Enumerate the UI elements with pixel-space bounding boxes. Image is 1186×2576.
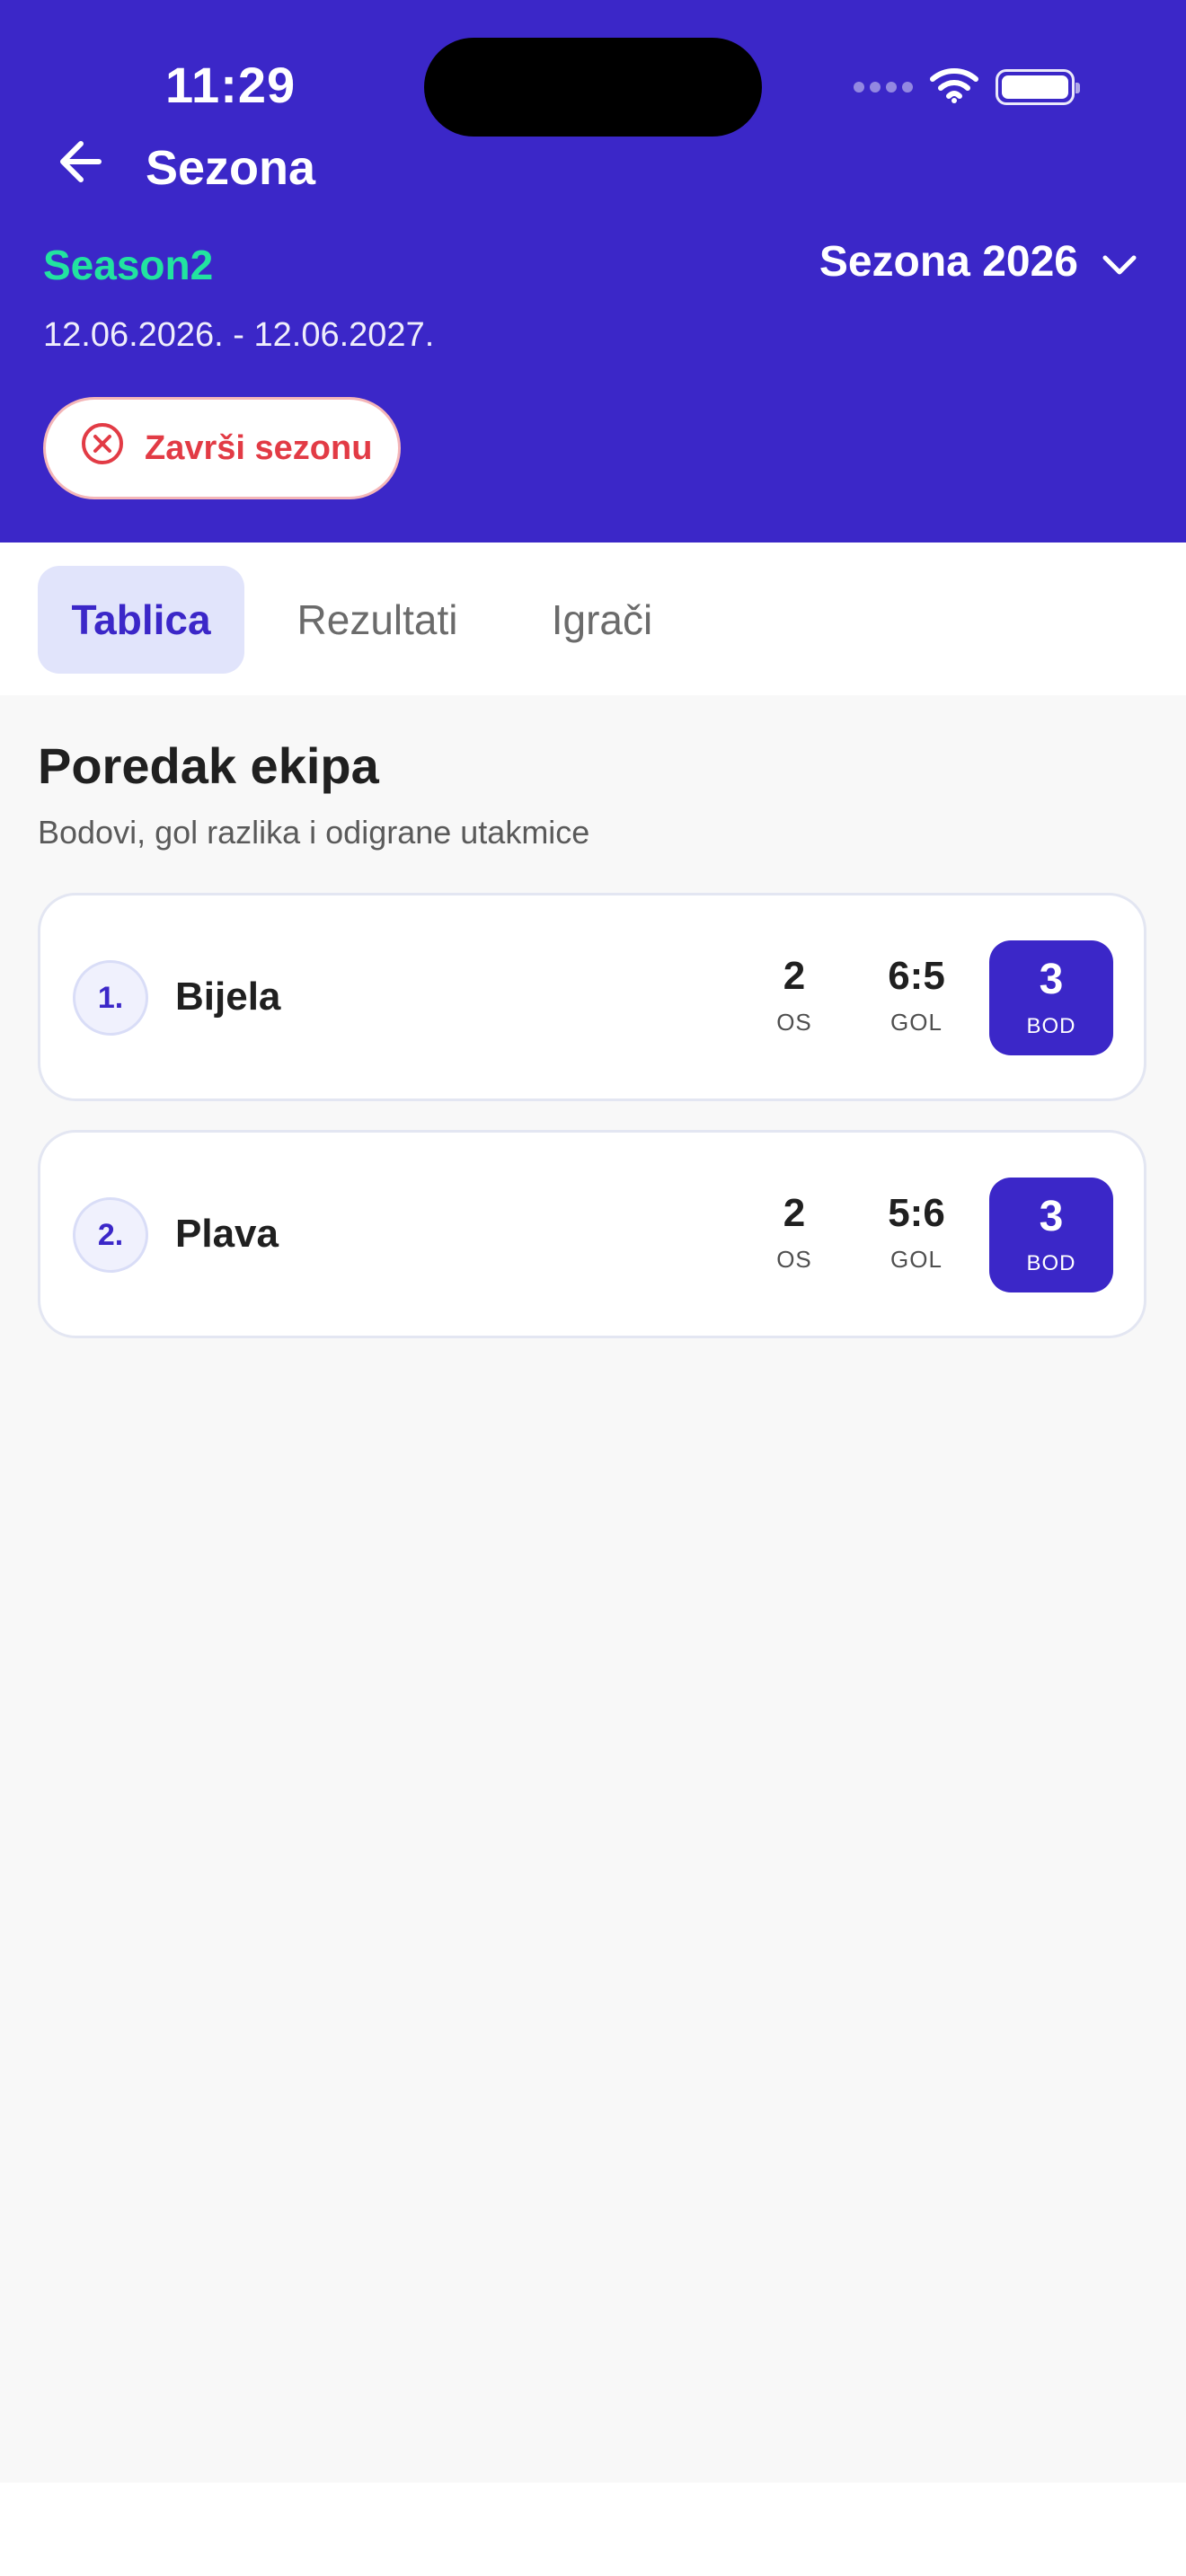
season-select-label: Sezona 2026: [819, 238, 1078, 286]
status-time: 11:29: [165, 57, 296, 113]
rank-badge: 2.: [73, 1197, 148, 1273]
points-value: 3: [1039, 956, 1064, 1003]
season-header: 11:29 Sezona Season2 Sezona 2026 12.06.2…: [0, 0, 1186, 543]
end-season-label: Završi sezonu: [145, 428, 373, 467]
team-standing-card[interactable]: 2. Plava 2 OS 5:6 GOL 3 BOD: [38, 1130, 1146, 1338]
bottom-safe-area: [0, 2483, 1186, 2576]
played-value: 2: [783, 1191, 806, 1235]
goals-label: GOL: [890, 1009, 943, 1036]
goals-value: 6:5: [888, 954, 945, 998]
goals-stat: 5:6 GOL: [867, 1194, 966, 1274]
tab-tablica[interactable]: Tablica: [38, 566, 244, 674]
season-selector[interactable]: Sezona 2026: [819, 237, 1137, 287]
rank-badge: 1.: [73, 960, 148, 1036]
points-badge: 3 BOD: [989, 1178, 1113, 1292]
page-title: Sezona: [146, 141, 316, 195]
arrow-left-icon: [56, 137, 106, 191]
played-label: OS: [776, 1246, 812, 1273]
close-circle-icon: [80, 421, 125, 475]
chevron-down-icon: [1102, 237, 1137, 287]
season-dates: 12.06.2026. - 12.06.2027.: [43, 316, 435, 354]
standings-subtitle: Bodovi, gol razlika i odigrane utakmice: [38, 814, 590, 851]
goals-label: GOL: [890, 1246, 943, 1273]
dynamic-island: [424, 38, 762, 137]
tab-rezultati[interactable]: Rezultati: [288, 566, 467, 674]
tab-igraci[interactable]: Igrači: [539, 566, 665, 674]
goals-stat: 6:5 GOL: [867, 957, 966, 1037]
team-standing-card[interactable]: 1. Bijela 2 OS 6:5 GOL 3 BOD: [38, 893, 1146, 1101]
goals-value: 5:6: [888, 1191, 945, 1235]
battery-icon: [996, 69, 1080, 105]
points-badge: 3 BOD: [989, 940, 1113, 1055]
season-name: Season2: [43, 242, 214, 288]
points-label: BOD: [1026, 1014, 1076, 1038]
points-value: 3: [1039, 1193, 1064, 1240]
wifi-icon: [929, 66, 979, 109]
end-season-button[interactable]: Završi sezonu: [43, 397, 401, 499]
back-button[interactable]: [52, 135, 110, 192]
team-name: Plava: [175, 1212, 279, 1256]
season-tabs: Tablica Rezultati Igrači: [0, 543, 1186, 695]
team-name: Bijela: [175, 975, 281, 1019]
played-label: OS: [776, 1009, 812, 1036]
standings-title: Poredak ekipa: [38, 737, 379, 794]
signal-icon: [854, 82, 913, 93]
status-icons: [854, 65, 1080, 110]
points-label: BOD: [1026, 1251, 1076, 1275]
standings-section: Poredak ekipa Bodovi, gol razlika i odig…: [0, 695, 1186, 2483]
played-stat: 2 OS: [745, 957, 844, 1037]
played-value: 2: [783, 954, 806, 998]
played-stat: 2 OS: [745, 1194, 844, 1274]
